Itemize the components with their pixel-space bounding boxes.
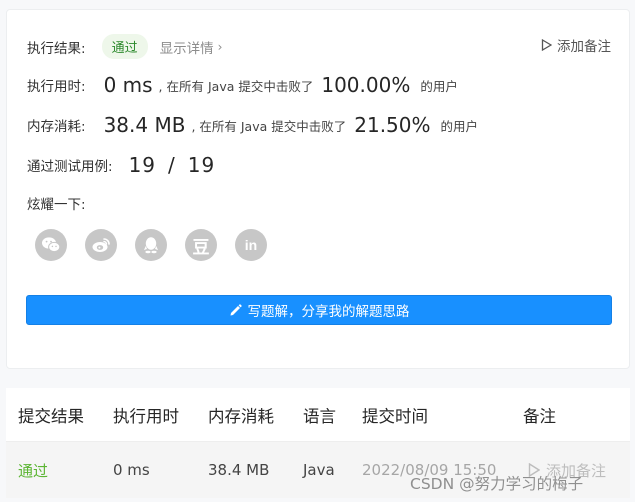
memory-beat-text: , 在所有 Java 提交中击败了	[191, 118, 347, 134]
memory-percent: 21.50%	[354, 113, 431, 137]
tests-passed: 19	[128, 153, 157, 177]
wechat-icon[interactable]	[35, 229, 67, 261]
linkedin-glyph: in	[244, 237, 258, 253]
play-outline-icon	[541, 39, 552, 51]
memory-row: 内存消耗: 38.4 MB , 在所有 Java 提交中击败了 21.50% 的…	[27, 113, 478, 137]
runtime-value: 0 ms	[103, 73, 153, 97]
douban-icon[interactable]: 豆	[185, 229, 217, 261]
tests-separator: /	[168, 153, 176, 177]
status-label: 执行结果:	[27, 40, 86, 57]
add-note-label: 添加备注	[557, 39, 611, 55]
write-solution-button[interactable]: 写题解，分享我的解题思路	[26, 295, 612, 325]
row-result-link[interactable]: 通过	[18, 460, 48, 481]
weibo-icon[interactable]	[85, 229, 117, 261]
status-badge: 通过	[101, 34, 148, 59]
douban-glyph: 豆	[192, 237, 210, 258]
row-runtime: 0 ms	[113, 461, 150, 479]
row-language: Java	[303, 461, 335, 479]
tests-row: 通过测试用例: 19 / 19	[27, 153, 215, 177]
status-row: 执行结果: 通过 显示详情 ›	[27, 34, 222, 59]
runtime-label: 执行用时:	[27, 79, 86, 95]
header-memory: 内存消耗	[208, 406, 274, 426]
runtime-suffix: 的用户	[420, 78, 458, 94]
table-header: 提交结果 执行用时 内存消耗 语言 提交时间 备注	[6, 388, 630, 442]
header-result: 提交结果	[18, 406, 84, 426]
share-icons: 豆 in	[35, 229, 267, 261]
tests-total: 19	[187, 153, 216, 177]
csdn-watermark: CSDN @努力学习的梅子	[410, 475, 584, 493]
header-runtime: 执行用时	[113, 406, 179, 426]
runtime-beat-text: , 在所有 Java 提交中击败了	[158, 78, 314, 94]
tests-label: 通过测试用例:	[27, 159, 113, 175]
header-note: 备注	[523, 406, 556, 426]
write-solution-label: 写题解，分享我的解题思路	[247, 304, 410, 320]
row-memory: 38.4 MB	[208, 461, 270, 479]
submission-result-card: 执行结果: 通过 显示详情 › 添加备注 执行用时: 0 ms , 在所有 Ja…	[6, 9, 630, 369]
runtime-percent: 100.00%	[321, 73, 411, 97]
pencil-icon	[230, 303, 242, 315]
memory-value: 38.4 MB	[103, 113, 186, 137]
runtime-row: 执行用时: 0 ms , 在所有 Java 提交中击败了 100.00% 的用户	[27, 73, 458, 97]
memory-label: 内存消耗:	[27, 119, 86, 135]
qq-icon[interactable]	[135, 229, 167, 261]
linkedin-icon[interactable]: in	[235, 229, 267, 261]
share-label: 炫耀一下:	[27, 197, 86, 213]
header-time: 提交时间	[362, 406, 428, 426]
add-note-button[interactable]: 添加备注	[541, 35, 611, 55]
share-row-label: 炫耀一下:	[27, 193, 86, 213]
show-details-link[interactable]: 显示详情 ›	[160, 37, 223, 57]
chevron-right-icon: ›	[217, 39, 223, 54]
show-details-label: 显示详情	[159, 40, 214, 57]
header-language: 语言	[303, 406, 336, 426]
memory-suffix: 的用户	[440, 118, 479, 134]
